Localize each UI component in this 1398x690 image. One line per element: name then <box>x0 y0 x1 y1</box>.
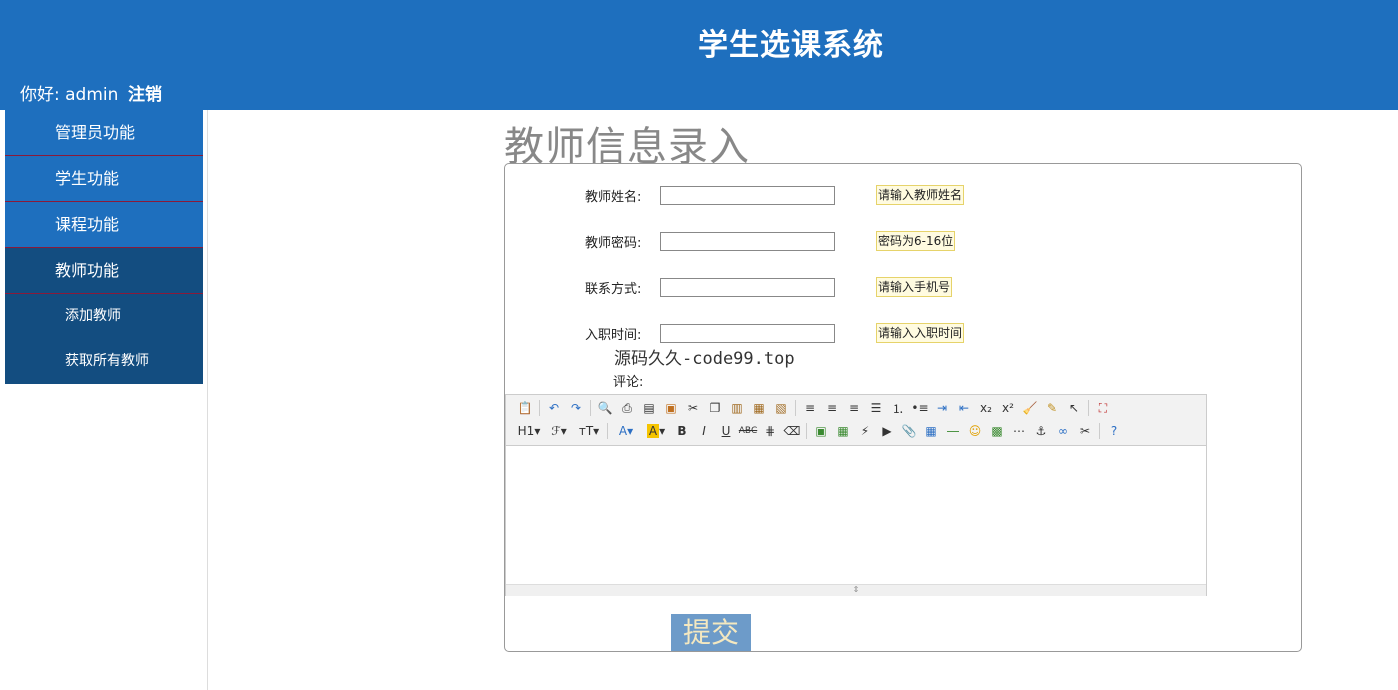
paste-word-icon[interactable]: ▧ <box>770 398 792 418</box>
header: 学生选课系统 你好: admin 注销 <box>0 0 1398 110</box>
font-size-icon[interactable]: ᴛT▾ <box>574 421 604 441</box>
fullscreen-icon[interactable]: ⛶ <box>1092 398 1114 418</box>
copy-icon[interactable]: ❐ <box>704 398 726 418</box>
editor-resize-handle[interactable]: ⇕ <box>506 584 1206 596</box>
rich-text-editor: 📋 ↶ ↷ 🔍 ⎙ ▤ ▣ ✂ ❐ ▥ ▦ ▧ ≡ ≡ ≡ ☰ ⒈ •≡ ⇥ ⇤… <box>505 394 1207 596</box>
editor-content-area[interactable] <box>506 446 1206 584</box>
heading-icon[interactable]: H1▾ <box>514 421 544 441</box>
toolbar-separator <box>590 400 591 416</box>
emoticon-icon[interactable]: ☺ <box>964 421 986 441</box>
content-divider <box>207 110 208 690</box>
multi-image-icon[interactable]: ▦ <box>832 421 854 441</box>
contact-hint: 请输入手机号 <box>876 277 953 297</box>
user-greeting: 你好: admin <box>20 85 119 105</box>
help-icon[interactable]: ? <box>1103 421 1125 441</box>
flash-icon[interactable]: ⚡ <box>854 421 876 441</box>
horizontal-rule-icon[interactable]: ― <box>942 421 964 441</box>
justify-icon[interactable]: ☰ <box>865 398 887 418</box>
sidebar-item-course[interactable]: 课程功能 <box>5 202 203 248</box>
image-icon[interactable]: ▣ <box>810 421 832 441</box>
align-right-icon[interactable]: ≡ <box>843 398 865 418</box>
contact-input[interactable] <box>660 278 835 297</box>
teacher-password-input[interactable] <box>660 232 835 251</box>
code-icon[interactable]: ▣ <box>660 398 682 418</box>
sidebar-subitem-add-teacher[interactable]: 添加教师 <box>5 294 203 339</box>
hire-date-hint: 请输入入职时间 <box>876 323 965 343</box>
paste-text-icon[interactable]: ▦ <box>748 398 770 418</box>
hire-date-label: 入职时间: <box>585 328 642 343</box>
logout-link[interactable]: 注销 <box>128 80 162 105</box>
teacher-password-hint: 密码为6-16位 <box>876 231 956 251</box>
underline-icon[interactable]: U <box>715 421 737 441</box>
indent-icon[interactable]: ⇥ <box>931 398 953 418</box>
media-icon[interactable]: ▶ <box>876 421 898 441</box>
teacher-name-input[interactable] <box>660 186 835 205</box>
app-title: 学生选课系统 <box>698 28 884 63</box>
anchor-icon[interactable]: ⚓ <box>1030 421 1052 441</box>
toolbar-separator <box>539 400 540 416</box>
italic-icon[interactable]: I <box>693 421 715 441</box>
paste-icon[interactable]: ▥ <box>726 398 748 418</box>
toolbar-separator <box>1099 423 1100 439</box>
source-icon[interactable]: 📋 <box>514 398 536 418</box>
toolbar-separator <box>795 400 796 416</box>
superscript-icon[interactable]: x² <box>997 398 1019 418</box>
table-icon[interactable]: ▦ <box>920 421 942 441</box>
teacher-name-label: 教师姓名: <box>585 190 642 205</box>
attachment-icon[interactable]: 📎 <box>898 421 920 441</box>
hire-date-input[interactable] <box>660 324 835 343</box>
toolbar-separator <box>1088 400 1089 416</box>
map-icon[interactable]: ▩ <box>986 421 1008 441</box>
toolbar-row-1: 📋 ↶ ↷ 🔍 ⎙ ▤ ▣ ✂ ❐ ▥ ▦ ▧ ≡ ≡ ≡ ☰ ⒈ •≡ ⇥ ⇤… <box>514 397 1114 419</box>
strikethrough-icon[interactable]: ABC <box>737 421 759 441</box>
cut-icon[interactable]: ✂ <box>682 398 704 418</box>
teacher-password-label: 教师密码: <box>585 236 642 251</box>
submit-button[interactable]: 提交 <box>671 614 751 651</box>
subscript-icon[interactable]: x₂ <box>975 398 997 418</box>
contact-label: 联系方式: <box>585 282 642 297</box>
template-icon[interactable]: ▤ <box>638 398 660 418</box>
link-icon[interactable]: ∞ <box>1052 421 1074 441</box>
unlink-icon[interactable]: ✂ <box>1074 421 1096 441</box>
clear-format-icon[interactable]: 🧹 <box>1019 398 1041 418</box>
sidebar-subitem-all-teachers[interactable]: 获取所有教师 <box>5 339 203 384</box>
watermark-text: 源码久久-code99.top <box>614 349 795 369</box>
toolbar-separator <box>806 423 807 439</box>
outdent-icon[interactable]: ⇤ <box>953 398 975 418</box>
sidebar-item-admin[interactable]: 管理员功能 <box>5 110 203 156</box>
select-all-icon[interactable]: ✎ <box>1041 398 1063 418</box>
sidebar-item-teacher[interactable]: 教师功能 <box>5 248 203 294</box>
teacher-name-hint: 请输入教师姓名 <box>876 185 965 205</box>
toolbar-row-2: H1▾ ℱ ▾ ᴛT▾ A▾ A ▾ B I U ABC ⋕ ⌫ ▣ ▦ ⚡ ▶ 📎… <box>514 420 1125 442</box>
editor-toolbar: 📋 ↶ ↷ 🔍 ⎙ ▤ ▣ ✂ ❐ ▥ ▦ ▧ ≡ ≡ ≡ ☰ ⒈ •≡ ⇥ ⇤… <box>506 395 1206 446</box>
print-icon[interactable]: ⎙ <box>616 398 638 418</box>
comment-label: 评论: <box>613 375 644 390</box>
sidebar: 管理员功能 学生功能 课程功能 教师功能 添加教师 获取所有教师 <box>5 110 203 384</box>
align-center-icon[interactable]: ≡ <box>821 398 843 418</box>
preview-icon[interactable]: 🔍 <box>594 398 616 418</box>
redo-icon[interactable]: ↷ <box>565 398 587 418</box>
cursor-icon[interactable]: ↖ <box>1063 398 1085 418</box>
font-family-icon[interactable]: ℱ ▾ <box>544 421 574 441</box>
eraser-icon[interactable]: ⌫ <box>781 421 803 441</box>
toolbar-separator <box>607 423 608 439</box>
sidebar-item-student[interactable]: 学生功能 <box>5 156 203 202</box>
align-left-icon[interactable]: ≡ <box>799 398 821 418</box>
highlight-icon[interactable]: A ▾ <box>641 421 671 441</box>
font-color-icon[interactable]: A▾ <box>611 421 641 441</box>
page-break-icon[interactable]: ⋯ <box>1008 421 1030 441</box>
unordered-list-icon[interactable]: •≡ <box>909 398 931 418</box>
bold-icon[interactable]: B <box>671 421 693 441</box>
undo-icon[interactable]: ↶ <box>543 398 565 418</box>
ordered-list-icon[interactable]: ⒈ <box>887 398 909 418</box>
line-height-icon[interactable]: ⋕ <box>759 421 781 441</box>
